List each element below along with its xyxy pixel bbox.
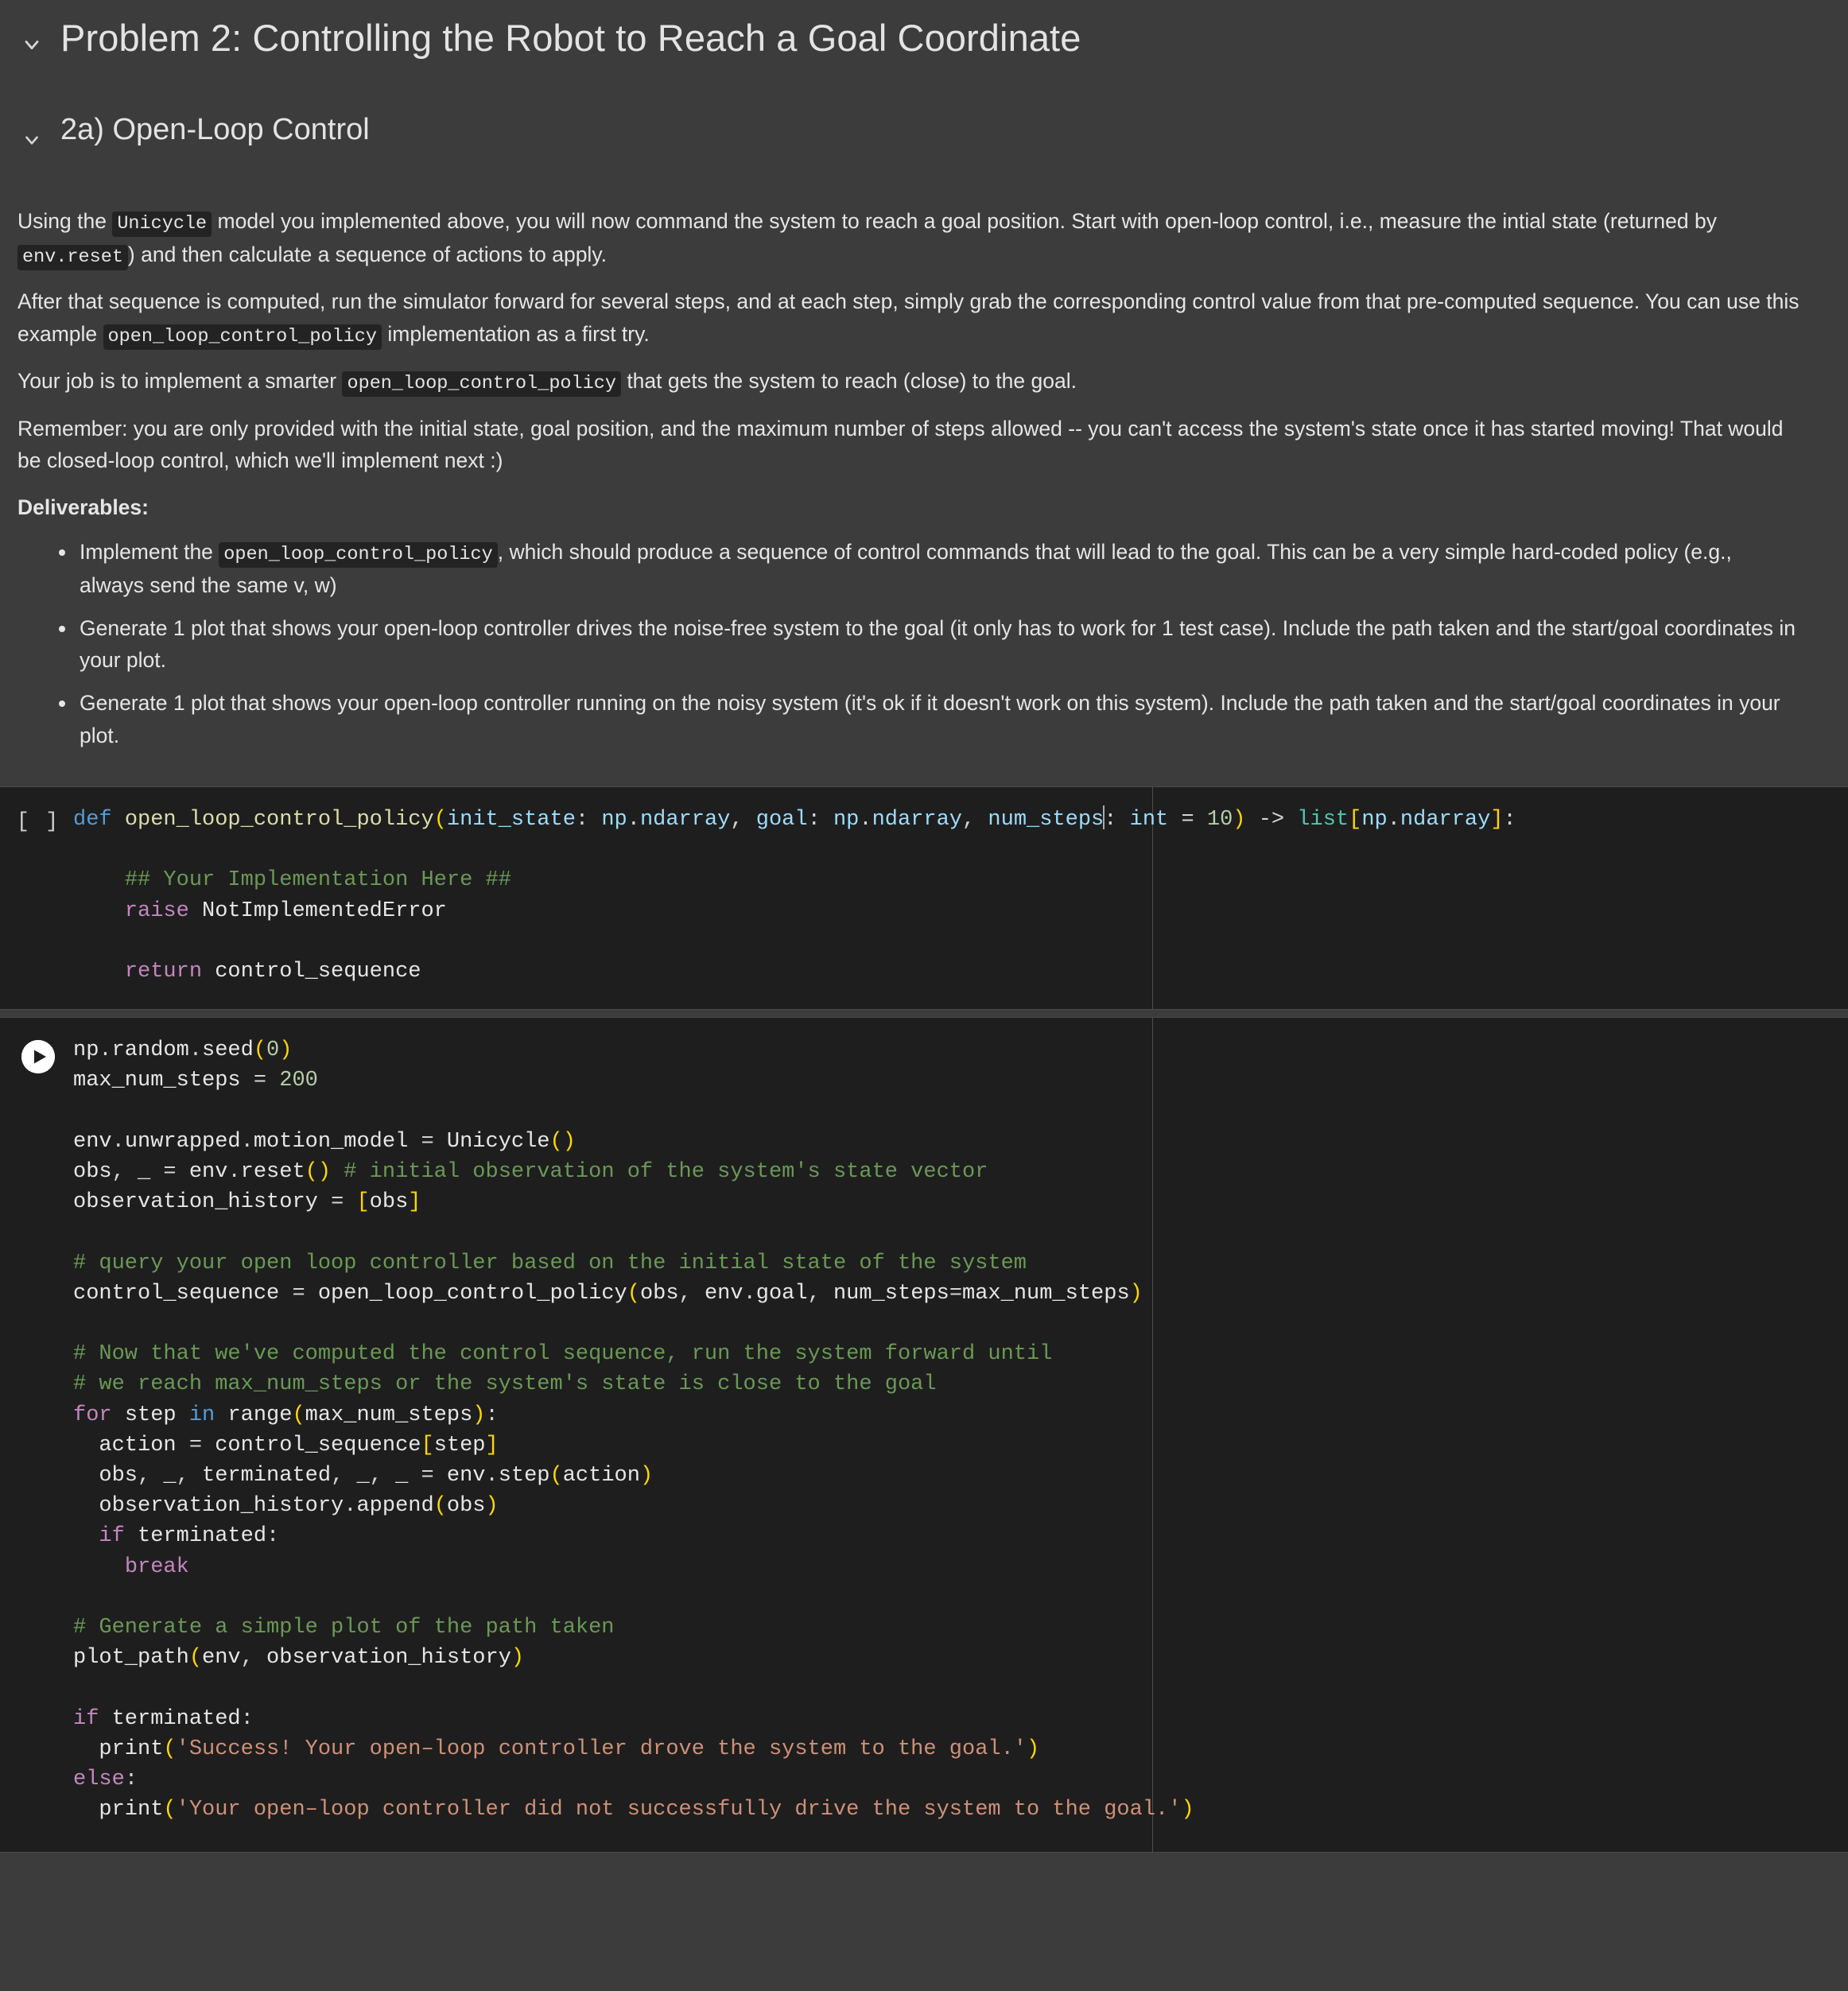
text-run: Generate 1 plot that shows your open-loo…	[80, 615, 1796, 673]
chevron-down-icon[interactable]	[14, 122, 49, 157]
text-run: Your job is to implement a smarter	[17, 369, 343, 394]
text-run: Implement the	[80, 539, 219, 564]
paragraph-remember: Remember: you are only provided with the…	[17, 417, 1784, 473]
text-run: Using the	[17, 209, 113, 233]
deliverables-label: Deliverables:	[17, 491, 1802, 523]
inline-code-env-reset: env.reset	[17, 244, 128, 270]
inline-code-open-loop-policy: open_loop_control_policy	[342, 371, 621, 398]
section-header-part2a[interactable]: 2a) Open-Loop Control	[0, 62, 1848, 157]
code-editor[interactable]: np.random.seed(0) max_num_steps = 200 en…	[0, 1018, 1848, 1852]
chevron-down-icon[interactable]	[14, 27, 49, 62]
paragraph-sequence: After that sequence is computed, run the…	[17, 285, 1802, 351]
page-title: Problem 2: Controlling the Robot to Reac…	[60, 17, 1081, 59]
text-run: Generate 1 plot that shows your open-loo…	[80, 691, 1780, 747]
text-run: ) and then calculate a sequence of actio…	[127, 242, 607, 266]
deliverables-colon: :	[142, 495, 149, 519]
list-item: Implement the open_loop_control_policy, …	[59, 536, 1802, 601]
notebook-page: Problem 2: Controlling the Robot to Reac…	[0, 0, 1848, 1909]
code-editor[interactable]: def open_loop_control_policy(init_state:…	[0, 787, 1848, 1009]
inline-code-unicycle: Unicycle	[112, 212, 212, 237]
code-cell-open-loop-run[interactable]: np.random.seed(0) max_num_steps = 200 en…	[0, 1017, 1848, 1853]
text-run: model you implemented above, you will no…	[212, 209, 1717, 233]
text-run: that gets the system to reach (close) to…	[620, 369, 1077, 394]
inline-code-open-loop-policy: open_loop_control_policy	[103, 324, 382, 350]
paragraph-intro: Using the Unicycle model you implemented…	[17, 205, 1802, 271]
deliverables-bold: Deliverables	[17, 495, 142, 519]
deliverables-list: Implement the open_loop_control_policy, …	[17, 536, 1802, 751]
list-item: Generate 1 plot that shows your open-loo…	[59, 687, 1802, 751]
section-header-problem2[interactable]: Problem 2: Controlling the Robot to Reac…	[0, 0, 1848, 62]
inline-code-open-loop-policy: open_loop_control_policy	[219, 541, 498, 568]
code-cell-open-loop-policy[interactable]: [ ] def open_loop_control_policy(init_st…	[0, 786, 1848, 1011]
text-run: implementation as a first try.	[382, 321, 650, 346]
section-title: 2a) Open-Loop Control	[60, 113, 370, 146]
paragraph-your-job: Your job is to implement a smarter open_…	[17, 365, 1802, 398]
markdown-content: Using the Unicycle model you implemented…	[0, 205, 1848, 751]
list-item: Generate 1 plot that shows your open-loo…	[59, 612, 1802, 677]
